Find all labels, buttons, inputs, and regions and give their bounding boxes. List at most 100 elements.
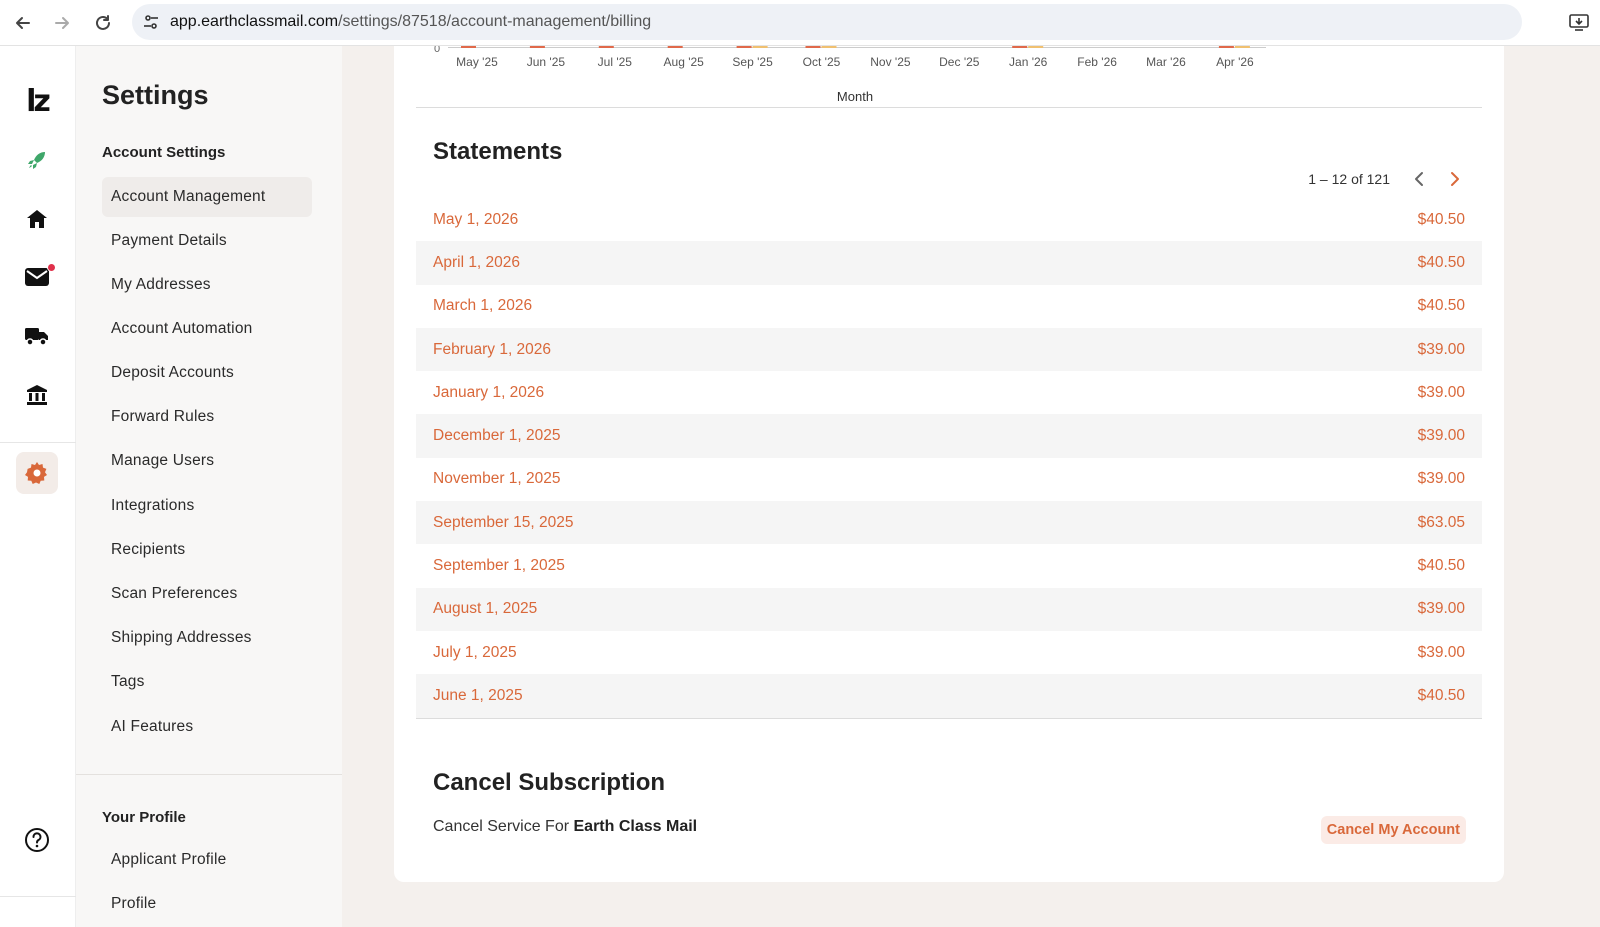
x-tick-label: Sep '25 xyxy=(732,55,773,69)
statement-date[interactable]: April 1, 2026 xyxy=(433,254,520,272)
statement-row[interactable]: April 1, 2026 $40.50 xyxy=(416,241,1482,285)
home-nav[interactable] xyxy=(18,200,56,238)
statement-row[interactable]: May 1, 2026 $40.50 xyxy=(416,198,1482,241)
monthly-chart: 0 May '25 Jun '25 Jul '25 Aug '25 Sep '25 Oct … xyxy=(416,46,1482,108)
home-icon xyxy=(27,210,47,228)
forward-button[interactable] xyxy=(47,8,77,38)
statement-list: May 1, 2026 $40.50 April 1, 2026 $40.50 Marc… xyxy=(416,198,1482,719)
statement-date[interactable]: June 1, 2025 xyxy=(433,687,523,705)
cancel-desc-brand: Earth Class Mail xyxy=(573,818,698,835)
back-button[interactable] xyxy=(8,8,38,38)
statement-row[interactable]: June 1, 2025 $40.50 xyxy=(416,674,1482,718)
statement-amount: $39.00 xyxy=(1417,340,1465,358)
sidebar-item-scan-preferences[interactable]: Scan Preferences xyxy=(102,574,312,614)
statement-amount: $39.00 xyxy=(1417,470,1465,488)
statement-date[interactable]: January 1, 2026 xyxy=(433,384,544,402)
settings-title: Settings xyxy=(102,80,209,110)
reload-icon xyxy=(96,15,110,30)
rocket-nav[interactable] xyxy=(18,141,56,179)
sidebar-item-my-addresses[interactable]: My Addresses xyxy=(102,265,312,305)
statement-row[interactable]: January 1, 2026 $39.00 xyxy=(416,371,1482,414)
previous-page-button[interactable] xyxy=(1406,166,1432,192)
statement-row[interactable]: December 1, 2025 $39.00 xyxy=(416,414,1482,458)
statement-row[interactable]: March 1, 2026 $40.50 xyxy=(416,285,1482,328)
next-page-button[interactable] xyxy=(1442,166,1468,192)
statement-amount: $40.50 xyxy=(1417,557,1465,575)
statement-amount: $63.05 xyxy=(1417,513,1465,531)
sidebar-item-applicant-profile[interactable]: Applicant Profile xyxy=(102,840,312,880)
statement-date[interactable]: December 1, 2025 xyxy=(433,427,561,445)
statements-title: Statements xyxy=(433,138,563,165)
statement-date[interactable]: September 1, 2025 xyxy=(433,557,565,575)
y-tick-zero: 0 xyxy=(434,46,440,55)
statement-row[interactable]: September 15, 2025 $63.05 xyxy=(416,501,1482,545)
chart-bar xyxy=(1218,46,1234,48)
sidebar-divider xyxy=(76,774,342,775)
x-tick-label: Dec '25 xyxy=(939,55,980,69)
account-settings-label: Account Settings xyxy=(102,144,226,161)
x-axis-label: Month xyxy=(837,89,873,104)
statement-row[interactable]: November 1, 2025 $39.00 xyxy=(416,458,1482,501)
chart-bar xyxy=(1012,46,1028,48)
statement-date[interactable]: July 1, 2025 xyxy=(433,644,517,662)
sidebar-item-account-automation[interactable]: Account Automation xyxy=(102,309,312,349)
truck-icon xyxy=(25,328,48,346)
bank-nav[interactable] xyxy=(18,376,56,414)
statement-amount: $40.50 xyxy=(1417,297,1465,315)
statement-amount: $40.50 xyxy=(1417,210,1465,228)
sidebar-item-payment-details[interactable]: Payment Details xyxy=(102,221,312,261)
install-app-icon[interactable] xyxy=(1564,8,1594,38)
statement-date[interactable]: September 15, 2025 xyxy=(433,514,573,532)
settings-nav[interactable] xyxy=(16,452,58,494)
statement-date[interactable]: May 1, 2026 xyxy=(433,211,518,229)
sidebar-item-tags[interactable]: Tags xyxy=(102,662,312,702)
sidebar-item-manage-users[interactable]: Manage Users xyxy=(102,441,312,481)
shipping-nav[interactable] xyxy=(18,317,56,355)
url-host: app.earthclassmail.com xyxy=(170,13,339,30)
statement-date[interactable]: August 1, 2025 xyxy=(433,600,537,618)
mail-icon xyxy=(25,268,49,286)
sidebar-item-account-management[interactable]: Account Management xyxy=(102,177,312,217)
statement-amount: $39.00 xyxy=(1417,383,1465,401)
chart-bar xyxy=(821,46,837,48)
sidebar-item-forward-rules[interactable]: Forward Rules xyxy=(102,397,312,437)
statement-date[interactable]: March 1, 2026 xyxy=(433,297,532,315)
chart-bar xyxy=(529,46,545,48)
help-icon xyxy=(25,828,49,852)
statement-date[interactable]: February 1, 2026 xyxy=(433,341,551,359)
statement-date[interactable]: November 1, 2025 xyxy=(433,470,561,488)
sidebar-item-recipients[interactable]: Recipients xyxy=(102,530,312,570)
cancel-description: Cancel Service For Earth Class Mail xyxy=(433,818,697,836)
mail-nav[interactable] xyxy=(18,258,56,296)
chart-bar xyxy=(1234,46,1250,48)
statement-row[interactable]: August 1, 2025 $39.00 xyxy=(416,587,1482,631)
rocket-icon xyxy=(28,152,45,169)
sidebar-item-profile[interactable]: Profile xyxy=(102,884,312,924)
statement-row[interactable]: September 1, 2025 $40.50 xyxy=(416,544,1482,587)
site-settings-icon[interactable] xyxy=(140,11,162,33)
gear-icon xyxy=(25,462,47,484)
statements-pager: 1 – 12 of 121 xyxy=(1308,166,1468,192)
rail-divider xyxy=(0,442,76,443)
your-profile-label: Your Profile xyxy=(102,809,186,826)
address-bar[interactable]: app.earthclassmail.com/settings/87518/ac… xyxy=(132,4,1522,40)
statement-amount: $39.00 xyxy=(1417,600,1465,618)
statement-row[interactable]: July 1, 2025 $39.00 xyxy=(416,631,1482,674)
chart-bar xyxy=(805,46,821,48)
settings-sidebar: Settings Account Settings Account Manage… xyxy=(76,46,342,927)
sidebar-item-integrations[interactable]: Integrations xyxy=(102,486,312,526)
cancel-desc-prefix: Cancel Service For xyxy=(433,818,574,835)
statement-amount: $40.50 xyxy=(1417,253,1465,271)
statement-row[interactable]: February 1, 2026 $39.00 xyxy=(416,327,1482,372)
pager-text: 1 – 12 of 121 xyxy=(1308,171,1390,187)
help-nav[interactable] xyxy=(18,821,56,859)
x-tick-label: Aug '25 xyxy=(664,55,705,69)
app-logo[interactable]: lz xyxy=(18,82,56,120)
sidebar-item-deposit-accounts[interactable]: Deposit Accounts xyxy=(102,353,312,393)
cancel-account-button[interactable]: Cancel My Account xyxy=(1320,816,1466,844)
sidebar-item-ai-features[interactable]: AI Features xyxy=(102,707,312,747)
chart-bar xyxy=(752,46,768,48)
chart-bar xyxy=(1028,46,1044,48)
sidebar-item-shipping-addresses[interactable]: Shipping Addresses xyxy=(102,618,312,658)
reload-button[interactable] xyxy=(88,8,118,38)
